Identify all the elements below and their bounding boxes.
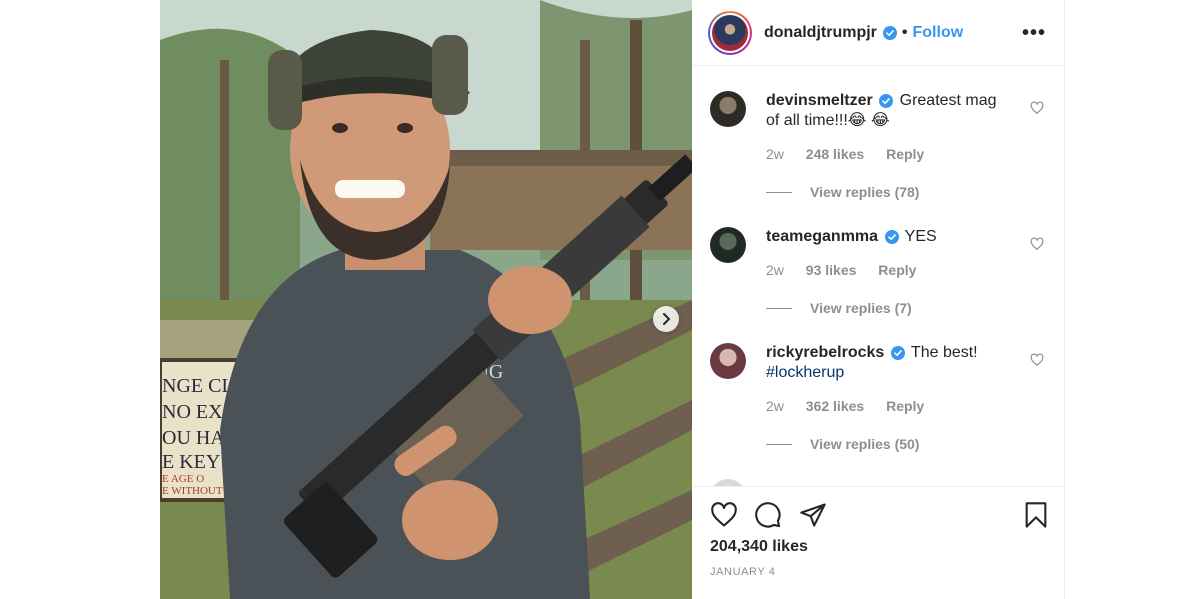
verified-icon — [882, 25, 897, 40]
comment-item-partial — [710, 479, 1048, 486]
comments-list[interactable]: devinsmeltzer Greatest mag of all time!!… — [692, 67, 1064, 486]
hashtag-link[interactable]: #lockherup — [766, 364, 844, 381]
reply-button[interactable]: Reply — [878, 262, 916, 278]
view-replies-label: View replies (78) — [810, 184, 920, 200]
view-replies-button[interactable]: View replies (50) — [766, 436, 919, 452]
comment-username[interactable]: devinsmeltzer — [766, 92, 873, 109]
post-actions: 204,340 likes JANUARY 4 — [692, 486, 1064, 599]
verified-icon — [890, 345, 905, 360]
post-header: donaldjtrumpjr • Follow ••• — [692, 0, 1064, 66]
comment-likes[interactable]: 93 likes — [806, 262, 857, 278]
view-replies-button[interactable]: View replies (7) — [766, 300, 912, 316]
author-row: donaldjtrumpjr • Follow — [764, 24, 963, 42]
comment-avatar[interactable] — [710, 91, 746, 127]
comment-likes[interactable]: 362 likes — [806, 398, 864, 414]
comment-avatar[interactable] — [710, 343, 746, 379]
author-username[interactable]: donaldjtrumpjr — [764, 24, 877, 42]
comment-age: 2w — [766, 262, 784, 278]
comment-likes[interactable]: 248 likes — [806, 146, 864, 162]
comment-username[interactable]: teameganmma — [766, 228, 878, 245]
heart-icon[interactable] — [710, 501, 738, 529]
view-replies-button[interactable]: View replies (78) — [766, 184, 919, 200]
verified-icon — [879, 93, 894, 108]
reply-button[interactable]: Reply — [886, 146, 924, 162]
comment-meta: 2w 93 likes Reply — [766, 262, 934, 278]
bookmark-icon[interactable] — [1022, 501, 1050, 529]
view-replies-label: View replies (7) — [810, 300, 912, 316]
heart-icon[interactable] — [1030, 101, 1044, 115]
instagram-post: NGE CLO NO EXC OU HAVE E KEY A E AGE O E… — [0, 0, 1200, 599]
separator-dot: • — [901, 23, 908, 41]
comment-message: YES — [904, 228, 937, 245]
comment-text: rickyrebelrocks The best! #lockherup — [766, 343, 1014, 383]
comment-message: The best! — [910, 344, 978, 361]
comment-avatar[interactable] — [710, 227, 746, 263]
photo-illustration: NGE CLO NO EXC OU HAVE E KEY A E AGE O E… — [160, 0, 692, 599]
comment-age: 2w — [766, 146, 784, 162]
likes-count[interactable]: 204,340 likes — [710, 538, 808, 556]
comment-text: devinsmeltzer Greatest mag of all time!!… — [766, 91, 1014, 131]
heart-icon[interactable] — [1030, 237, 1044, 251]
follow-button[interactable]: Follow — [913, 24, 964, 42]
verified-icon — [884, 229, 899, 244]
author-avatar[interactable] — [708, 10, 752, 55]
comment-icon[interactable] — [754, 501, 782, 529]
comment-meta: 2w 362 likes Reply — [766, 398, 942, 414]
more-icon[interactable]: ••• — [1022, 22, 1046, 45]
post-photo[interactable]: NGE CLO NO EXC OU HAVE E KEY A E AGE O E… — [160, 0, 692, 599]
chevron-right-icon — [663, 313, 670, 325]
comment-item: teameganmma YES 2w 93 likes Reply View r… — [710, 227, 1048, 327]
reply-button[interactable]: Reply — [886, 398, 924, 414]
post-date[interactable]: JANUARY 4 — [710, 566, 776, 578]
comment-item: rickyrebelrocks The best! #lockherup 2w … — [710, 343, 1048, 463]
sign-line-6: E WITHOUT — [162, 485, 223, 497]
comment-username[interactable]: rickyrebelrocks — [766, 344, 884, 361]
sign-line-5: E AGE O — [162, 473, 204, 485]
share-icon[interactable] — [799, 501, 827, 529]
comment-age: 2w — [766, 398, 784, 414]
comment-meta: 2w 248 likes Reply — [766, 146, 942, 162]
comment-avatar[interactable] — [710, 479, 746, 486]
post-side-panel: donaldjtrumpjr • Follow ••• devinsmeltze… — [692, 0, 1065, 599]
next-photo-button[interactable] — [653, 306, 679, 332]
comment-item: devinsmeltzer Greatest mag of all time!!… — [710, 91, 1048, 211]
heart-icon[interactable] — [1030, 353, 1044, 367]
comment-text: teameganmma YES — [766, 227, 1014, 247]
view-replies-label: View replies (50) — [810, 436, 920, 452]
